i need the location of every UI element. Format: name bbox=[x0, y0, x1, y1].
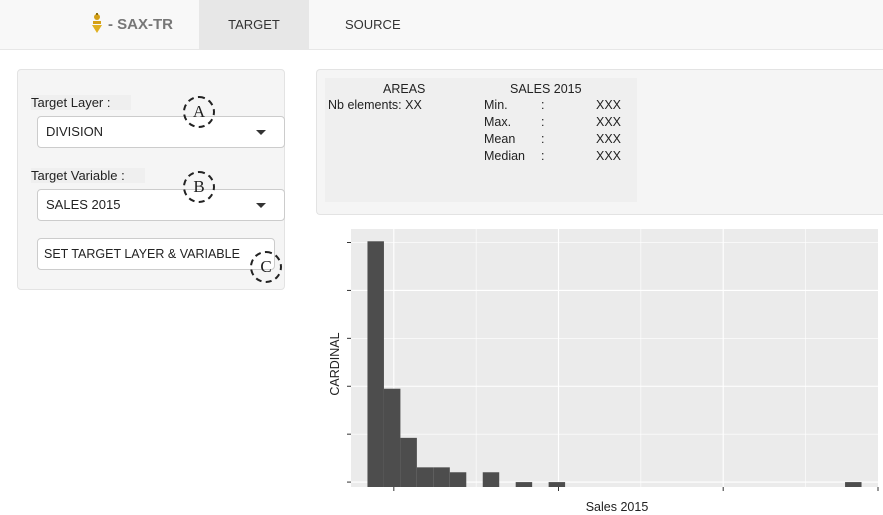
histogram-bar bbox=[416, 467, 434, 487]
histogram-bar bbox=[433, 467, 450, 487]
histogram-bar bbox=[548, 482, 566, 487]
y-axis-title: CARDINAL bbox=[328, 332, 342, 395]
histogram-bar bbox=[400, 437, 417, 487]
histogram-bar bbox=[482, 472, 500, 487]
plot-panel bbox=[351, 229, 878, 487]
x-axis-title: Sales 2015 bbox=[586, 500, 649, 514]
histogram-bar bbox=[449, 472, 467, 487]
histogram-bar bbox=[845, 482, 862, 487]
histogram-bar bbox=[383, 388, 401, 487]
histogram-bar bbox=[367, 241, 384, 487]
histogram-chart: Sales 2015 CARDINAL bbox=[328, 229, 879, 514]
histogram-bar bbox=[515, 482, 533, 487]
